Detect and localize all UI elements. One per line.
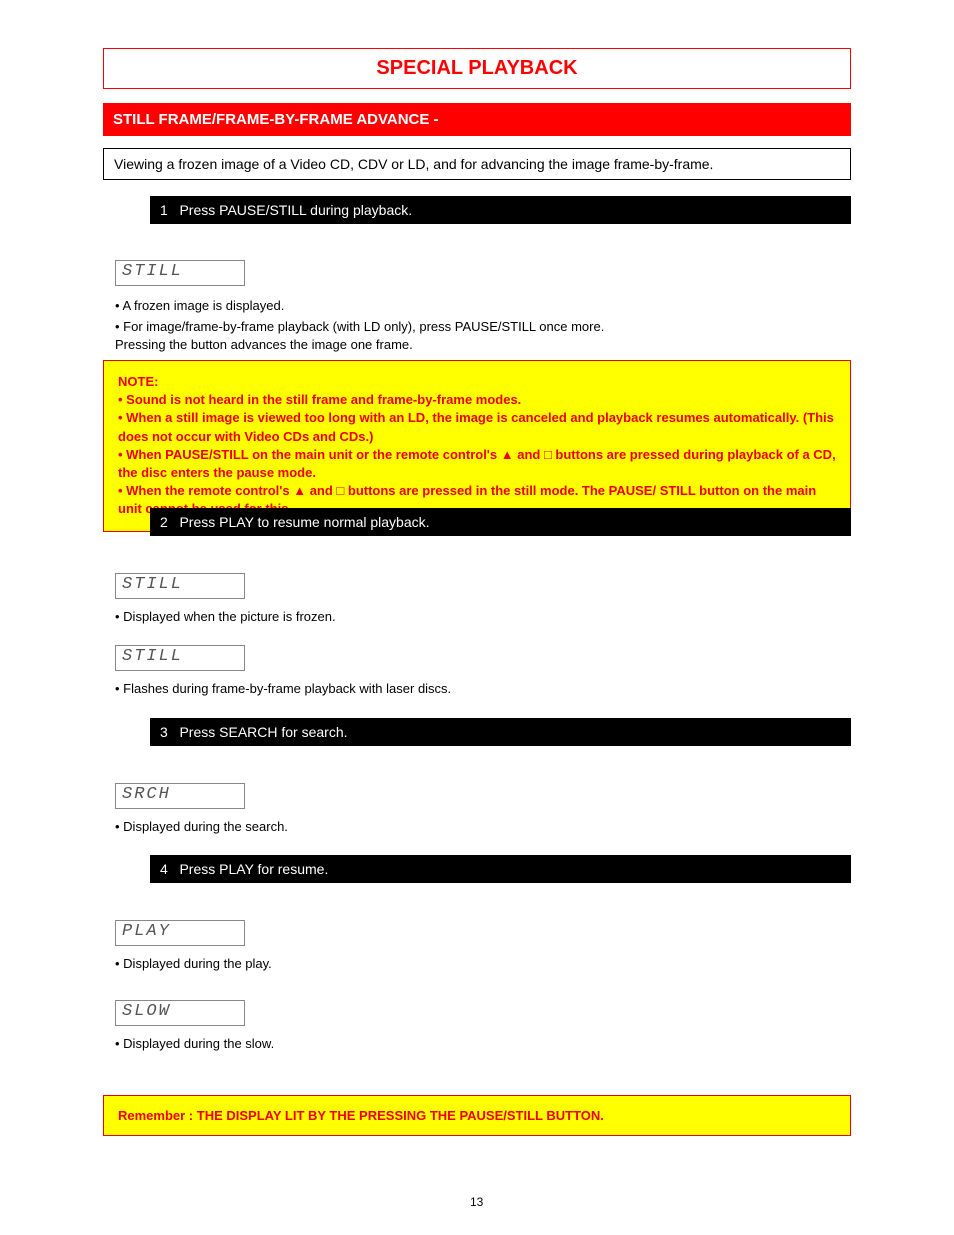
- bullet-frozen-display: • Displayed when the picture is frozen.: [115, 608, 835, 626]
- bullet-play-display: • Displayed during the play.: [115, 955, 835, 973]
- lcd-display-srch: SRCH: [115, 783, 245, 809]
- note-line-1: • Sound is not heard in the still frame …: [118, 391, 836, 409]
- bullet-frame-advance-line1: • For image/frame-by-frame playback (wit…: [115, 319, 604, 334]
- note-line-2: • When a still image is viewed too long …: [118, 409, 836, 445]
- step-2-num: 2: [160, 514, 168, 530]
- footnote-remember: Remember : THE DISPLAY LIT BY THE PRESSI…: [103, 1095, 851, 1136]
- step-3-bar: 3 Press SEARCH for search.: [150, 718, 851, 746]
- step-3-text: Press SEARCH for search.: [179, 724, 347, 740]
- bullet-frozen-image: • A frozen image is displayed.: [115, 297, 835, 315]
- lcd-display-play: PLAY: [115, 920, 245, 946]
- note-line-3-text: • When PAUSE/STILL on the main unit or t…: [118, 447, 836, 480]
- step-2-bar: 2 Press PLAY to resume normal playback.: [150, 508, 851, 536]
- lcd-display-still-2: STILL: [115, 573, 245, 599]
- section-subheading: Viewing a frozen image of a Video CD, CD…: [103, 148, 851, 180]
- step-3-num: 3: [160, 724, 168, 740]
- lcd-display-still-1: STILL: [115, 260, 245, 286]
- bullet-frame-advance-line2: Pressing the button advances the image o…: [115, 337, 413, 352]
- bullet-slow-display: • Displayed during the slow.: [115, 1035, 835, 1053]
- page-title: SPECIAL PLAYBACK: [103, 48, 851, 89]
- note-box: NOTE: • Sound is not heard in the still …: [103, 360, 851, 532]
- bullet-frame-advance: • For image/frame-by-frame playback (wit…: [115, 318, 845, 353]
- bullet-flash-frame: • Flashes during frame-by-frame playback…: [115, 680, 835, 698]
- section-heading: STILL FRAME/FRAME-BY-FRAME ADVANCE -: [103, 103, 851, 136]
- lcd-display-slow: SLOW: [115, 1000, 245, 1026]
- step-4-num: 4: [160, 861, 168, 877]
- page-number: 13: [470, 1195, 483, 1209]
- step-1-text: Press PAUSE/STILL during playback.: [179, 202, 412, 218]
- step-4-text: Press PLAY for resume.: [179, 861, 328, 877]
- bullet-search-display: • Displayed during the search.: [115, 818, 835, 836]
- step-2-text: Press PLAY to resume normal playback.: [179, 514, 429, 530]
- note-label: NOTE:: [118, 373, 836, 391]
- step-1-bar: 1 Press PAUSE/STILL during playback.: [150, 196, 851, 224]
- note-line-3: • When PAUSE/STILL on the main unit or t…: [118, 446, 836, 482]
- step-1-num: 1: [160, 202, 168, 218]
- step-4-bar: 4 Press PLAY for resume.: [150, 855, 851, 883]
- lcd-display-still-3: STILL: [115, 645, 245, 671]
